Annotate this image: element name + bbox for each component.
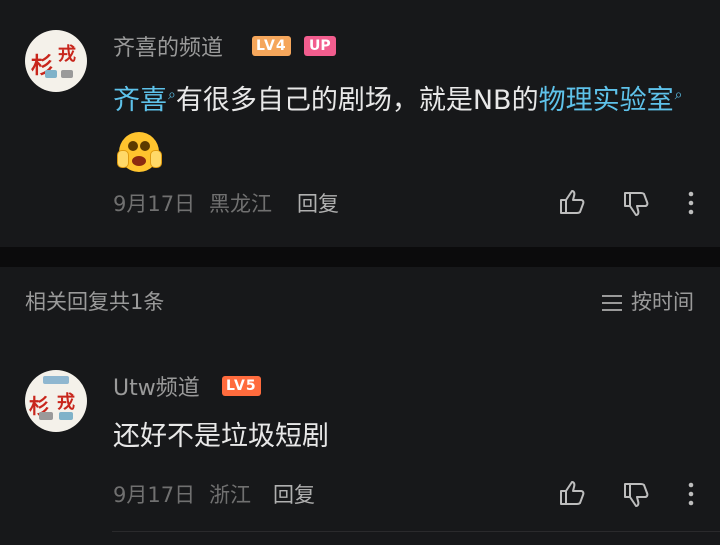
bottom-divider (112, 531, 720, 532)
search-icon: ⌕ (168, 87, 176, 103)
username[interactable]: Utw频道 (113, 370, 200, 402)
reply-button[interactable]: 回复 (297, 188, 339, 218)
avatar[interactable]: 杉 戎 (25, 30, 87, 92)
search-icon: ⌕ (674, 87, 683, 103)
reply-location: 浙江 (209, 483, 251, 507)
main-comment: 杉 戎 齐喜的频道 LV4 UP 齐喜⌕有很多自己的剧场，就是NB的物理实验室⌕… (0, 0, 720, 247)
comment-location: 黑龙江 (209, 192, 272, 216)
replies-count-title: 相关回复共1条 (25, 290, 165, 314)
level-badge: LV5 (222, 376, 261, 396)
reply-button[interactable]: 回复 (273, 479, 315, 509)
thumb-down-icon[interactable] (620, 188, 652, 220)
reply-comment: 杉 戎 Utw频道 LV5 还好不是垃圾短剧 9月17日 浙江 回复 (0, 350, 720, 545)
reply-content: 还好不是垃圾短剧 (113, 421, 329, 452)
thumb-up-icon[interactable] (556, 477, 588, 509)
avatar[interactable]: 杉 戎 (25, 370, 87, 432)
more-vertical-icon[interactable] (675, 478, 707, 510)
sort-toggle[interactable]: 按时间 (601, 286, 694, 316)
sort-lines-icon (602, 295, 622, 311)
thumb-down-icon[interactable] (620, 479, 652, 511)
emoji-surprised-icon (117, 131, 162, 172)
up-badge: UP (304, 36, 336, 56)
link-qixi[interactable]: 齐喜 (113, 85, 167, 116)
level-badge: LV4 (252, 36, 291, 56)
sort-label: 按时间 (631, 290, 694, 314)
reply-date: 9月17日 (113, 483, 196, 507)
section-divider (0, 247, 720, 267)
thumb-up-icon[interactable] (556, 186, 588, 218)
comment-text: 有很多自己的剧场，就是NB的 (175, 85, 539, 116)
link-physics-lab[interactable]: 物理实验室 (539, 85, 674, 116)
comment-date: 9月17日 (113, 192, 196, 216)
username[interactable]: 齐喜的频道 (113, 30, 223, 62)
comment-content: 齐喜⌕有很多自己的剧场，就是NB的物理实验室⌕ (113, 70, 703, 176)
more-vertical-icon[interactable] (675, 187, 707, 219)
